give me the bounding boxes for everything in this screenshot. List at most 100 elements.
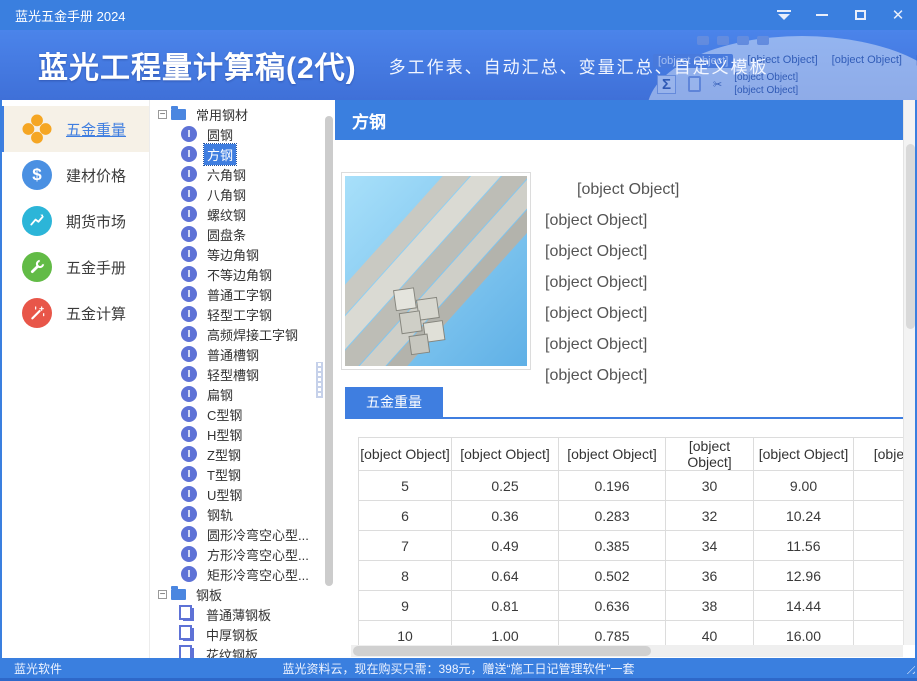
- tree-item[interactable]: − I 扁钢: [151, 384, 335, 404]
- skin-menu-button[interactable]: [765, 0, 803, 30]
- tree-item[interactable]: − I 八角钢: [151, 184, 335, 204]
- dollar-icon: $: [22, 160, 52, 190]
- tree-item[interactable]: − I 钢轨: [151, 504, 335, 524]
- steel-bar-icon: I: [181, 506, 197, 522]
- folder-icon: [171, 109, 186, 120]
- sidebar: $ 五金重量 $: [0, 100, 150, 658]
- steel-bar-icon: I: [181, 466, 197, 482]
- tree-item[interactable]: − I 不等边角钢: [151, 264, 335, 284]
- tree-item[interactable]: − I H型钢: [151, 424, 335, 444]
- tree-item-label: 常用钢材: [193, 104, 251, 125]
- table-row[interactable]: 5 0.25 0.196 30 9.00: [359, 471, 904, 501]
- tree-item[interactable]: − I 钢板: [151, 584, 335, 604]
- steel-bar-icon: I: [181, 546, 197, 562]
- tree-scrollbar[interactable]: [325, 116, 333, 586]
- tree-item[interactable]: − I 六角钢: [151, 164, 335, 184]
- cell-section-area-2: 12.96: [754, 561, 854, 591]
- tree-item[interactable]: − I 方形冷弯空心型...: [151, 544, 335, 564]
- table-row[interactable]: 10 1.00 0.785 40 16.00: [359, 621, 904, 646]
- steel-bar-icon: I: [181, 226, 197, 242]
- close-button[interactable]: ✕: [879, 0, 917, 30]
- sidebar-item[interactable]: $ 五金手册: [0, 244, 149, 290]
- table-row[interactable]: 9 0.81 0.636 38 14.44: [359, 591, 904, 621]
- table-row[interactable]: 6 0.36 0.283 32 10.24: [359, 501, 904, 531]
- wrench-icon: [22, 252, 52, 282]
- tree-item[interactable]: − I 圆盘条: [151, 224, 335, 244]
- tree-item[interactable]: − I 圆钢: [151, 124, 335, 144]
- sidebar-item[interactable]: $ 期货市场: [0, 198, 149, 244]
- cell-section-area-2: 16.00: [754, 621, 854, 646]
- window-left-edge: [0, 100, 2, 658]
- tree-item-label: 花纹钢板: [203, 644, 261, 659]
- tree-item-label: Z型钢: [204, 444, 244, 465]
- tree-item[interactable]: − I 高频焊接工字钢: [151, 324, 335, 344]
- horizontal-scrollbar-thumb[interactable]: [353, 646, 651, 656]
- tree-item[interactable]: − I 螺纹钢: [151, 204, 335, 224]
- steel-bar-icon: I: [181, 426, 197, 442]
- collapse-icon[interactable]: −: [158, 590, 167, 599]
- cell-theoretical-weight-2: [854, 621, 904, 646]
- tree-item[interactable]: − I 普通薄钢板: [151, 604, 335, 624]
- steel-bar-icon: I: [181, 406, 197, 422]
- tree-item[interactable]: − I 轻型工字钢: [151, 304, 335, 324]
- sidebar-item-label: 期货市场: [66, 211, 126, 232]
- tree-item[interactable]: − I T型钢: [151, 464, 335, 484]
- table-row[interactable]: 8 0.64 0.502 36 12.96: [359, 561, 904, 591]
- ribbon-mini-label: [object Object]: [734, 85, 798, 96]
- description-text: [object Object] [object Object] [object …: [545, 174, 903, 396]
- cell-side-length: 8: [359, 561, 452, 591]
- steel-bar-icon: I: [181, 566, 197, 582]
- sidebar-item-label: 五金计算: [66, 303, 126, 324]
- cell-section-area-2: 14.44: [754, 591, 854, 621]
- tree-item[interactable]: − I U型钢: [151, 484, 335, 504]
- sidebar-item[interactable]: $ 五金计算: [0, 290, 149, 336]
- splitter-handle[interactable]: [316, 362, 323, 398]
- tree-item[interactable]: − I Z型钢: [151, 444, 335, 464]
- cell-theoretical-weight: 0.502: [559, 561, 666, 591]
- tree-item[interactable]: − I 方钢: [151, 144, 335, 164]
- cell-theoretical-weight: 0.196: [559, 471, 666, 501]
- tree-item-label: 矩形冷弯空心型...: [204, 564, 312, 585]
- tree-item-label: 中厚钢板: [203, 624, 261, 645]
- cell-side-length: 10: [359, 621, 452, 646]
- table-row[interactable]: 7 0.49 0.385 34 11.56: [359, 531, 904, 561]
- cell-theoretical-weight: 0.283: [559, 501, 666, 531]
- tree-item-label: T型钢: [204, 464, 244, 485]
- table-header-cell: [object Object]: [754, 438, 854, 471]
- tree-item[interactable]: − I 矩形冷弯空心型...: [151, 564, 335, 584]
- tree-item[interactable]: − I 圆形冷弯空心型...: [151, 524, 335, 544]
- steel-plate-icon: [183, 648, 194, 659]
- tree-item[interactable]: − I 花纹钢板: [151, 644, 335, 658]
- tree-item-label: 方形冷弯空心型...: [204, 544, 312, 565]
- vertical-scrollbar-thumb[interactable]: [906, 144, 915, 329]
- collapse-icon[interactable]: −: [158, 110, 167, 119]
- tree-item[interactable]: − I 普通工字钢: [151, 284, 335, 304]
- tree-item[interactable]: − I C型钢: [151, 404, 335, 424]
- ribbon-quick-access: [697, 36, 769, 45]
- tab-hardware-weight[interactable]: 五金重量: [345, 387, 443, 417]
- horizontal-scrollbar[interactable]: [351, 645, 903, 657]
- cell-theoretical-weight-2: [854, 501, 904, 531]
- description-line: [object Object]: [545, 236, 903, 267]
- maximize-button[interactable]: [841, 0, 879, 30]
- cell-theoretical-weight-2: [854, 561, 904, 591]
- tree-item[interactable]: − I 中厚钢板: [151, 624, 335, 644]
- minimize-button[interactable]: [803, 0, 841, 30]
- steel-bar-icon: I: [181, 246, 197, 262]
- sidebar-item[interactable]: $ 建材价格: [0, 152, 149, 198]
- cell-side-length: 7: [359, 531, 452, 561]
- steel-bar-icon: I: [181, 206, 197, 222]
- description-line: [object Object]: [545, 298, 903, 329]
- steel-bar-icon: I: [181, 186, 197, 202]
- sidebar-item[interactable]: $ 五金重量: [0, 106, 149, 152]
- tree-item-label: 普通工字钢: [204, 284, 275, 305]
- tree-item[interactable]: − I 轻型槽钢: [151, 364, 335, 384]
- cell-side-length: 5: [359, 471, 452, 501]
- minimize-icon: [816, 14, 828, 16]
- category-tree: − I 常用钢材 − I 圆钢 − I 方钢: [151, 100, 335, 658]
- tree-item[interactable]: − I 普通槽钢: [151, 344, 335, 364]
- tree-item[interactable]: − I 等边角钢: [151, 244, 335, 264]
- tree-item[interactable]: − I 常用钢材: [151, 104, 335, 124]
- cell-theoretical-weight-2: [854, 471, 904, 501]
- steel-bar-icon: I: [181, 126, 197, 142]
